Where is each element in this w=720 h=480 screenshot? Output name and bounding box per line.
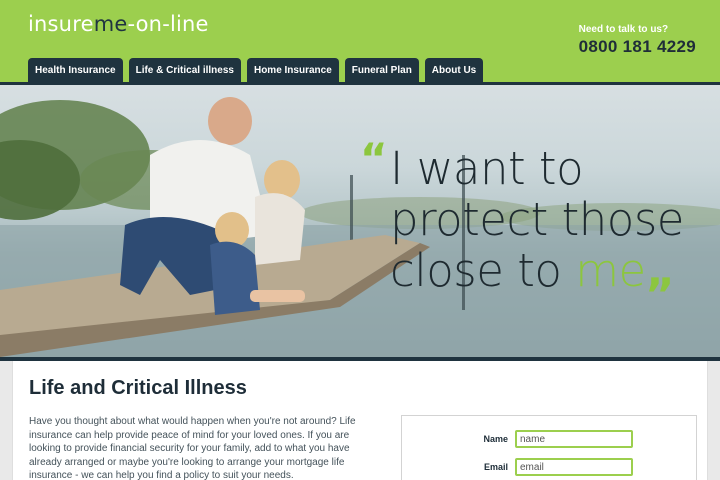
name-input[interactable] bbox=[515, 430, 633, 448]
page-title: Life and Critical Illness bbox=[29, 377, 247, 399]
logo-text-online: -on-line bbox=[127, 12, 209, 36]
nav-tab-about-us[interactable]: About Us bbox=[424, 58, 484, 83]
email-input[interactable] bbox=[515, 458, 633, 476]
form-row-email: Email bbox=[402, 458, 696, 478]
nav-tab-home-insurance[interactable]: Home Insurance bbox=[246, 58, 339, 83]
nav-tab-funeral-plan[interactable]: Funeral Plan bbox=[344, 58, 419, 83]
name-label: Name bbox=[483, 434, 508, 444]
hero-tagline: “ I want to protect those close to me„ bbox=[360, 134, 684, 296]
main-content: Life and Critical Illness Have you thoug… bbox=[12, 361, 708, 480]
logo-text-insure: insure bbox=[28, 12, 94, 36]
quote-open-mark: “ bbox=[360, 134, 388, 183]
site-header: insureme-on-line Need to talk to us? 080… bbox=[0, 0, 720, 84]
hero-banner: “ I want to protect those close to me„ bbox=[0, 85, 720, 357]
quote-form: Name Email bbox=[401, 415, 697, 480]
quote-close-mark: „ bbox=[645, 244, 676, 297]
main-nav: Health Insurance Life & Critical illness… bbox=[28, 58, 484, 83]
form-row-name: Name bbox=[402, 430, 696, 450]
contact-block: Need to talk to us? 0800 181 4229 bbox=[579, 24, 696, 57]
intro-paragraph: Have you thought about what would happen… bbox=[29, 416, 356, 480]
tagline-accent-me: me bbox=[575, 244, 646, 297]
tagline-line-3-text: close to bbox=[390, 244, 576, 297]
tagline-line-3: close to me„ bbox=[362, 245, 684, 296]
logo-text-me: me bbox=[93, 12, 128, 36]
site-logo[interactable]: insureme-on-line bbox=[28, 12, 209, 36]
nav-tab-life-critical-illness[interactable]: Life & Critical illness bbox=[128, 58, 241, 83]
email-label: Email bbox=[483, 462, 508, 472]
contact-phone[interactable]: 0800 181 4229 bbox=[579, 37, 696, 57]
nav-tab-health-insurance[interactable]: Health Insurance bbox=[28, 58, 123, 83]
contact-label: Need to talk to us? bbox=[578, 24, 669, 35]
tagline-line-2: protect those bbox=[390, 193, 684, 246]
tagline-line-1: I want to bbox=[390, 142, 584, 195]
